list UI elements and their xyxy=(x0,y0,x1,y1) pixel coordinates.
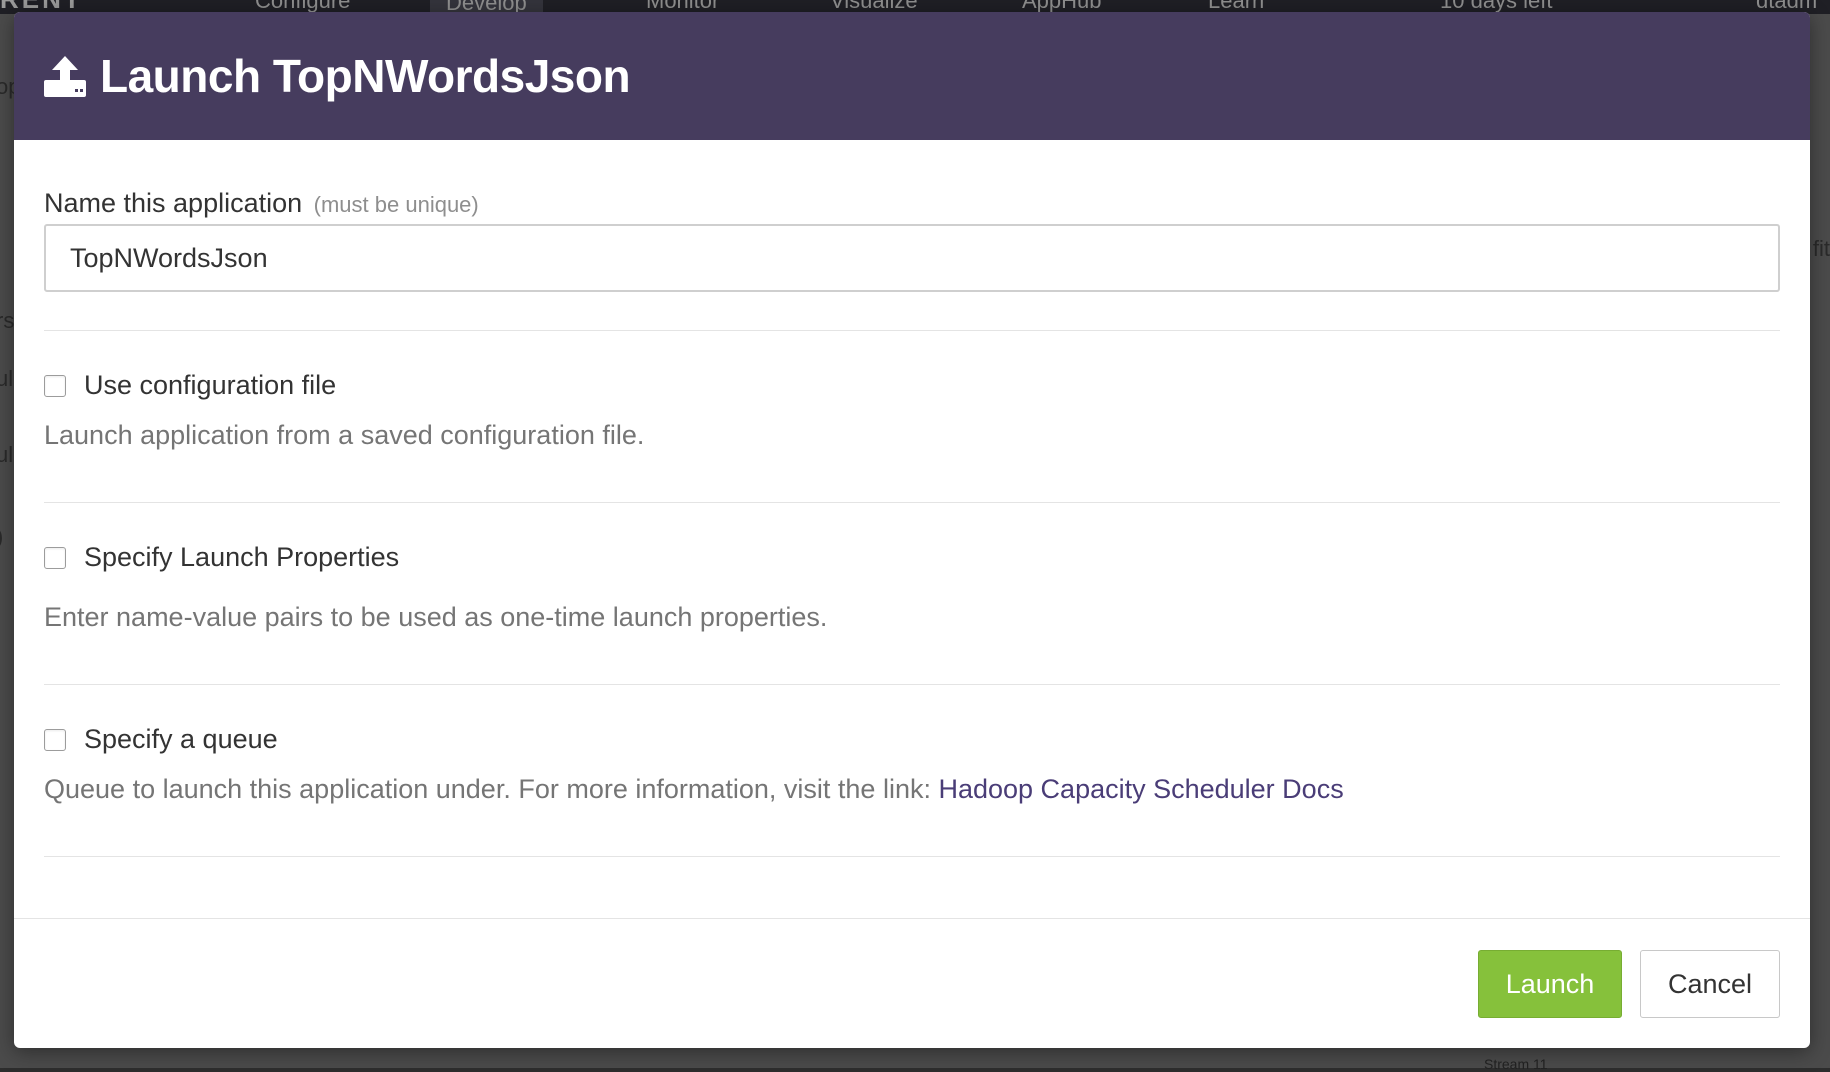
specify-queue-checkbox[interactable] xyxy=(44,728,66,751)
use-config-file-checkbox[interactable] xyxy=(44,374,66,397)
name-field-label: Name this application (must be unique) xyxy=(44,188,479,219)
bg-fragment: fit xyxy=(1812,236,1830,261)
name-label-text: Name this application xyxy=(44,188,303,218)
section-divider xyxy=(44,856,1780,857)
option-description: Enter name-value pairs to be used as one… xyxy=(44,602,828,632)
option-label: Specify Launch Properties xyxy=(84,542,400,572)
launch-button[interactable]: Launch xyxy=(1478,950,1622,1018)
upload-icon xyxy=(44,56,86,97)
option-description: Queue to launch this application under. … xyxy=(44,774,1344,805)
queue-description-text: Queue to launch this application under. … xyxy=(44,774,939,804)
bg-fragment: ul xyxy=(0,366,14,391)
modal-footer: Launch Cancel xyxy=(14,918,1810,1048)
option-label: Use configuration file xyxy=(84,370,337,400)
launch-properties-checkbox[interactable] xyxy=(44,546,66,569)
bg-fragment: ul xyxy=(0,442,14,467)
modal-title: Launch TopNWordsJson xyxy=(100,50,631,102)
hadoop-docs-link[interactable]: Hadoop Capacity Scheduler Docs xyxy=(938,774,1343,804)
bg-stream-label: Stream 11 xyxy=(1484,1056,1548,1072)
bg-fragment: rs xyxy=(0,308,15,333)
option-description: Launch application from a saved configur… xyxy=(44,420,645,450)
option-specify-launch-properties[interactable]: Specify Launch Properties xyxy=(44,542,399,573)
option-specify-queue[interactable]: Specify a queue xyxy=(44,724,278,755)
application-name-input[interactable] xyxy=(44,224,1780,292)
option-use-config-file[interactable]: Use configuration file xyxy=(44,370,336,401)
option-label: Specify a queue xyxy=(84,724,278,754)
launch-modal: Launch TopNWordsJson Name this applicati… xyxy=(14,12,1810,1048)
section-divider xyxy=(44,502,1780,503)
cancel-button[interactable]: Cancel xyxy=(1640,950,1780,1018)
name-label-hint: (must be unique) xyxy=(313,192,479,217)
modal-header: Launch TopNWordsJson xyxy=(14,12,1810,140)
bg-fragment: ) xyxy=(0,524,3,550)
section-divider xyxy=(44,684,1780,685)
section-divider xyxy=(44,330,1780,331)
